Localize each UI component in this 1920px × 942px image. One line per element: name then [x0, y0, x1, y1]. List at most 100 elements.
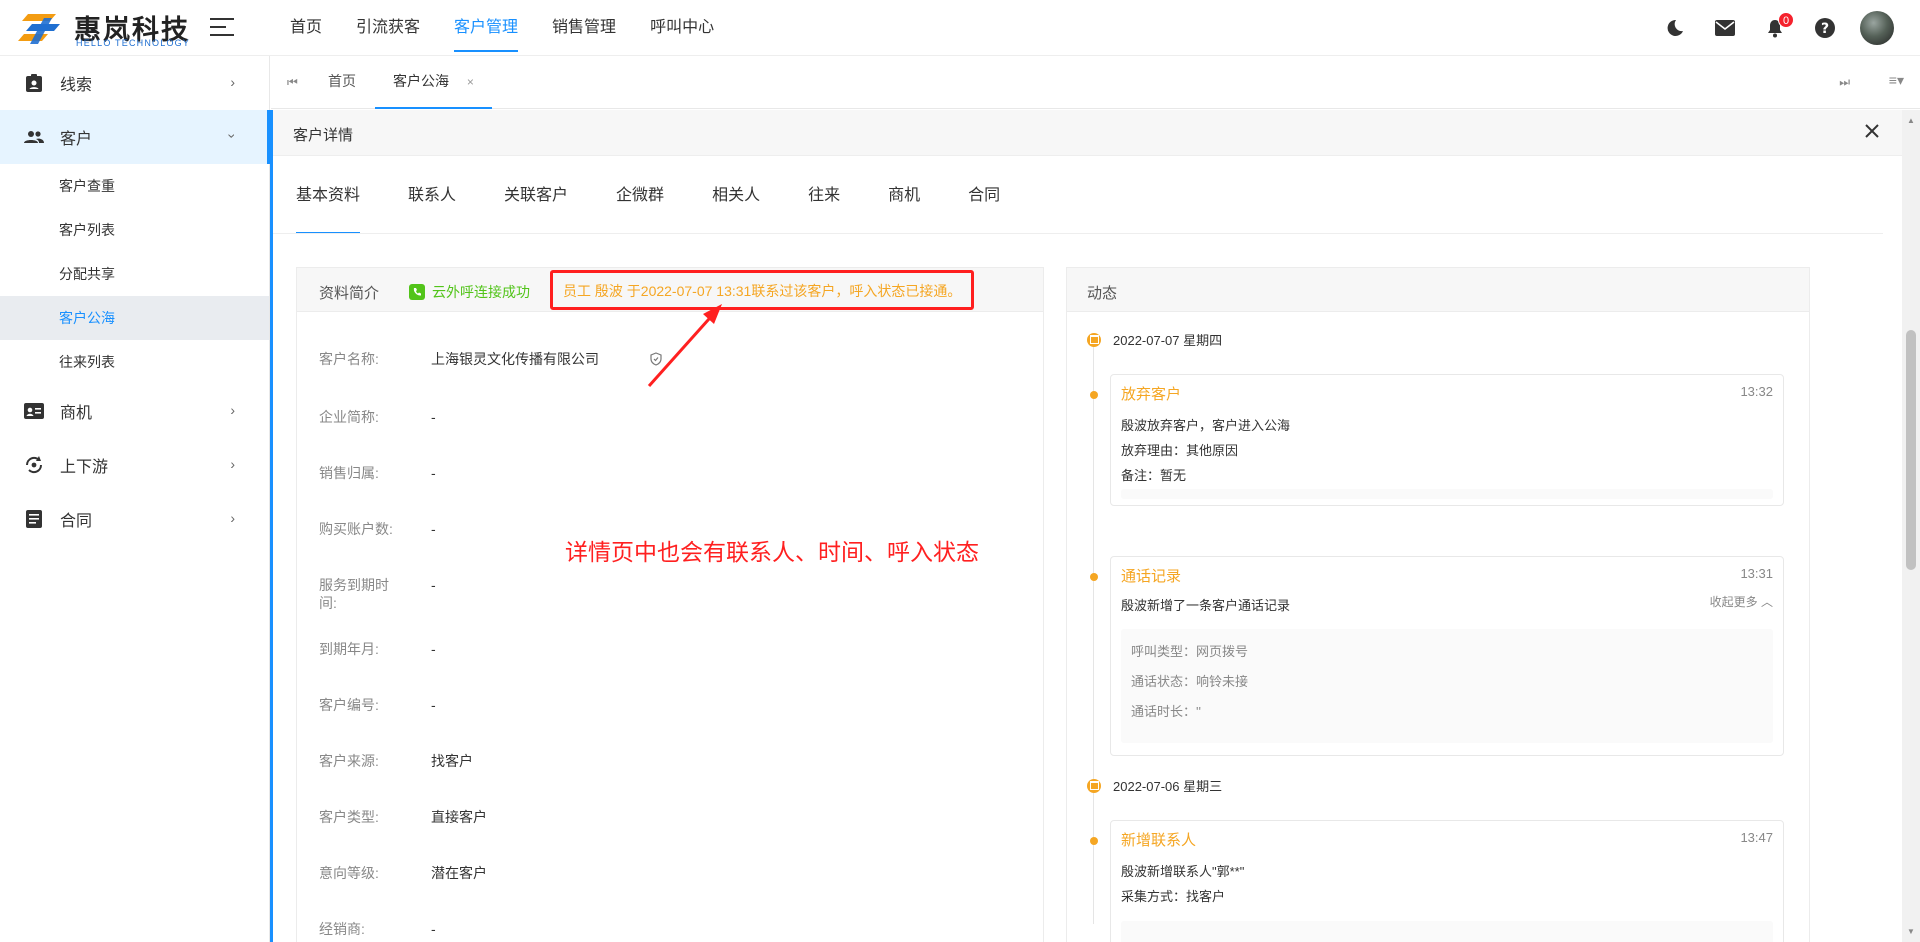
- page-tab-home[interactable]: 首页: [328, 56, 356, 109]
- tab-opportunities[interactable]: 商机: [888, 156, 920, 234]
- page-tab-public-pool[interactable]: 客户公海 ×: [375, 56, 492, 109]
- sidebar-item-opportunities[interactable]: 商机 ›: [0, 384, 269, 438]
- tab-interactions[interactable]: 往来: [808, 156, 840, 234]
- tabs-scroll-left-icon[interactable]: ⏮: [287, 75, 298, 90]
- field-value: -: [431, 409, 436, 425]
- page-tab-strip: ⏮ 首页 客户公海 × ⏭ ≡▾: [271, 56, 1920, 109]
- sidebar-item-label: 上下游: [60, 459, 109, 476]
- calendar-icon: [1087, 332, 1101, 347]
- nav-home[interactable]: 首页: [290, 0, 322, 56]
- field-value: 潜在客户: [431, 865, 487, 881]
- field-label: 客户名称:: [319, 351, 379, 367]
- sidebar-item-contracts[interactable]: 合同 ›: [0, 492, 269, 546]
- timeline-date: 2022-07-07 星期四: [1087, 330, 1222, 349]
- field-value: 找客户: [431, 753, 473, 769]
- people-icon: [24, 127, 44, 147]
- close-icon[interactable]: [1862, 121, 1882, 141]
- logo-mark-icon: [18, 14, 60, 44]
- bell-icon[interactable]: 0: [1764, 12, 1794, 39]
- tab-contacts[interactable]: 联系人: [408, 156, 456, 234]
- brand-logo[interactable]: 惠岚科技 HELLO TECHNOLOGY: [18, 8, 198, 48]
- field-label: 经销商:: [319, 921, 365, 937]
- chevron-right-icon: ›: [230, 402, 235, 418]
- activity-title: 动态: [1087, 285, 1118, 302]
- field-label: 客户编号:: [319, 697, 379, 713]
- shield-icon[interactable]: [649, 352, 663, 366]
- field-value: -: [431, 697, 436, 713]
- sidebar: 线索 › 客户 › 客户查重 客户列表 分配共享 客户公海 往来列表 商机 › …: [0, 56, 270, 942]
- event-line: 殷波放弃客户，客户进入公海: [1121, 418, 1291, 433]
- tab-basic-info[interactable]: 基本资料: [296, 156, 361, 234]
- tabs-scroll-right-icon[interactable]: ⏭: [1839, 75, 1850, 90]
- tab-contracts[interactable]: 合同: [968, 156, 1000, 234]
- date-label: 2022-07-06 星期三: [1113, 779, 1223, 794]
- event-title: 通话记录: [1121, 568, 1182, 585]
- sidebar-item-upstream-downstream[interactable]: 上下游 ›: [0, 438, 269, 492]
- timeline-event: 新增联系人 13:47 殷波新增联系人"郭**" 采集方式：找客户: [1090, 820, 1784, 942]
- field-label: 企业简称:: [319, 409, 379, 425]
- chevron-up-icon: ︿: [1760, 595, 1773, 609]
- close-tab-icon[interactable]: ×: [467, 75, 474, 89]
- svg-text:?: ?: [1821, 21, 1829, 37]
- scrollbar-thumb[interactable]: [1906, 330, 1916, 570]
- tab-wecom-groups[interactable]: 企微群: [616, 156, 664, 234]
- event-detail-line: 通话时长：'': [1131, 704, 1201, 719]
- sidebar-sub-customer-list[interactable]: 客户列表: [0, 208, 269, 252]
- call-status: 云外呼连接成功: [409, 282, 530, 302]
- calendar-icon: [1087, 778, 1101, 793]
- chevron-right-icon: ›: [230, 456, 235, 472]
- scroll-down-icon[interactable]: ▼: [1907, 927, 1915, 936]
- scroll-up-icon[interactable]: ▲: [1907, 116, 1915, 125]
- sidebar-item-clues[interactable]: 线索 ›: [0, 56, 269, 110]
- nav-call-center[interactable]: 呼叫中心: [650, 0, 714, 56]
- help-icon[interactable]: ?: [1814, 17, 1836, 39]
- date-label: 2022-07-07 星期四: [1113, 333, 1223, 348]
- tab-related-customers[interactable]: 关联客户: [504, 156, 568, 234]
- field-value: -: [431, 465, 436, 481]
- top-nav: 首页 引流获客 客户管理 销售管理 呼叫中心: [290, 0, 748, 56]
- field-label: 服务到期时间:: [319, 577, 389, 611]
- event-line: 殷波新增联系人"郭**": [1121, 864, 1245, 879]
- document-icon: [24, 509, 44, 529]
- timeline-event: 放弃客户 13:32 殷波放弃客户，客户进入公海 放弃理由：其他原因 备注：暂无: [1090, 374, 1784, 506]
- field-label: 到期年月:: [319, 641, 379, 657]
- event-dot: [1090, 391, 1098, 399]
- sidebar-sub-dedupe[interactable]: 客户查重: [0, 164, 269, 208]
- profile-title: 资料简介: [319, 285, 380, 302]
- event-detail-box: [1121, 489, 1773, 499]
- event-dot: [1090, 837, 1098, 845]
- user-avatar[interactable]: [1860, 11, 1894, 45]
- call-note-highlight: 员工 殷波 于2022-07-07 13:31联系过该客户，呼入状态已接通。: [550, 270, 975, 310]
- call-status-text: 云外呼连接成功: [432, 284, 530, 300]
- page-tab-label: 首页: [328, 73, 356, 89]
- tabs-divider: [273, 233, 1883, 234]
- event-detail-box: [1121, 921, 1773, 942]
- nav-lead-gen[interactable]: 引流获客: [356, 0, 420, 56]
- vertical-scrollbar[interactable]: ▲ ▼: [1902, 110, 1920, 942]
- sidebar-item-customers[interactable]: 客户 ›: [0, 110, 270, 164]
- card-icon: [24, 401, 44, 421]
- menu-toggle-icon[interactable]: [210, 18, 234, 38]
- tabs-menu-icon[interactable]: ≡▾: [1889, 72, 1904, 89]
- drawer-header: 客户详情: [273, 110, 1902, 156]
- collapse-label: 收起更多: [1709, 595, 1758, 609]
- collapse-more-link[interactable]: 收起更多 ︿: [1710, 593, 1773, 610]
- timeline-date: 2022-07-06 星期三: [1087, 776, 1222, 795]
- event-detail-box: 呼叫类型：网页拨号 通话状态：响铃未接 通话时长：'': [1121, 629, 1773, 743]
- chevron-right-icon: ›: [230, 510, 235, 526]
- mail-icon[interactable]: [1714, 17, 1736, 39]
- event-line: 殷波新增了一条客户通话记录: [1121, 598, 1291, 613]
- chevron-right-icon: ›: [230, 74, 235, 90]
- tab-related-people[interactable]: 相关人: [712, 156, 760, 234]
- event-line: 采集方式：找客户: [1121, 889, 1226, 904]
- moon-icon[interactable]: [1664, 17, 1686, 39]
- nav-sales-mgmt[interactable]: 销售管理: [552, 0, 616, 56]
- nav-customer-mgmt[interactable]: 客户管理: [454, 0, 519, 56]
- sidebar-sub-public-pool[interactable]: 客户公海: [0, 296, 269, 340]
- sidebar-sub-assign-share[interactable]: 分配共享: [0, 252, 269, 296]
- sidebar-sub-contact-list[interactable]: 往来列表: [0, 340, 269, 384]
- field-label: 销售归属:: [319, 465, 379, 481]
- flow-icon: [24, 455, 44, 475]
- sidebar-item-label: 客户: [60, 131, 93, 148]
- event-time: 13:47: [1740, 830, 1773, 845]
